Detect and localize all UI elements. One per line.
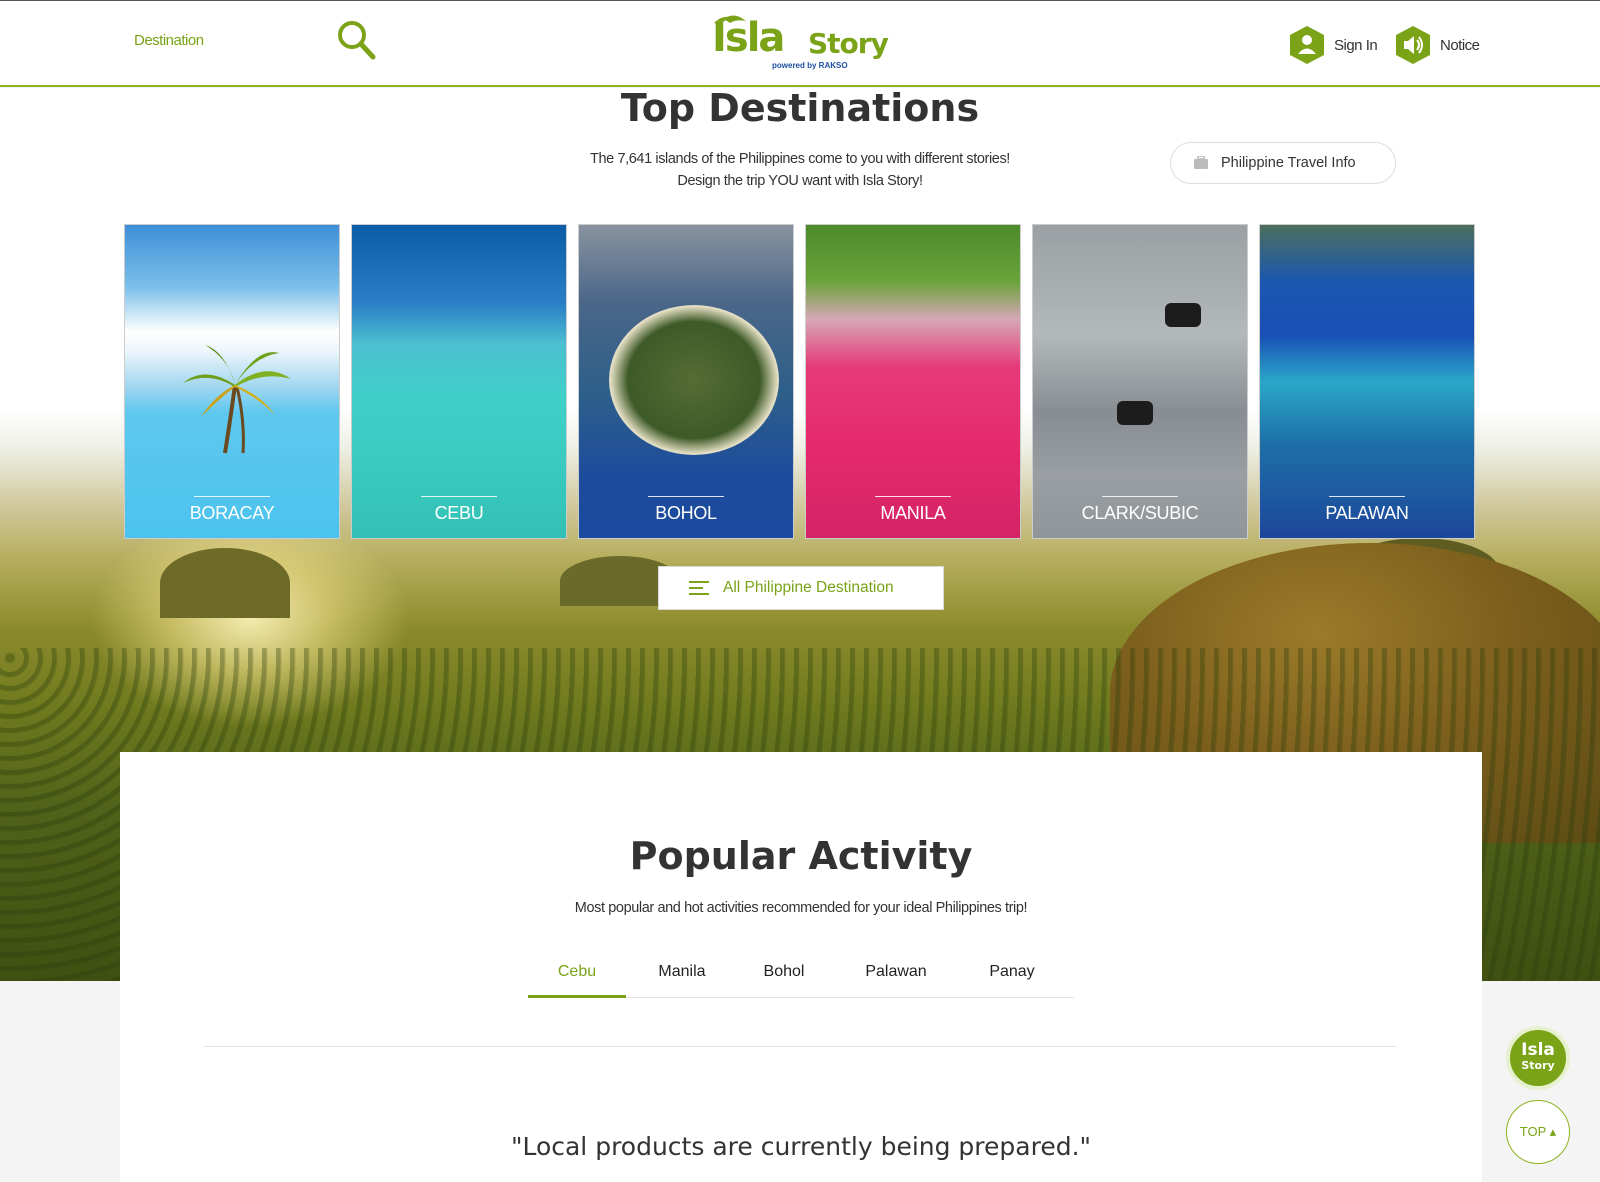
- section-divider: [204, 1046, 1396, 1047]
- card-label-wrap: MANILA: [806, 496, 1020, 524]
- tab-palawan[interactable]: Palawan: [848, 950, 944, 998]
- notice-button[interactable]: Notice: [1394, 25, 1480, 65]
- scroll-top-button[interactable]: TOP ▴: [1506, 1100, 1570, 1164]
- tab-panay[interactable]: Panay: [970, 950, 1054, 998]
- card-label-line: [875, 496, 951, 497]
- menu-icon: [689, 581, 709, 595]
- user-icon: [1290, 26, 1324, 64]
- destination-photo: [352, 225, 566, 538]
- all-destination-button[interactable]: All Philippine Destination: [658, 566, 944, 610]
- card-label-line: [421, 496, 497, 497]
- hill-decoration: [160, 548, 290, 618]
- destination-cards: BORACAY CEBU BOHOL MANILA CLARK/SUBIC PA…: [124, 224, 1478, 539]
- signin-button[interactable]: Sign In: [1288, 25, 1378, 65]
- activity-title: Popular Activity: [629, 834, 973, 878]
- card-label-line: [194, 496, 270, 497]
- destination-label: BORACAY: [189, 503, 275, 523]
- activity-tabs: Cebu Manila Bohol Palawan Panay: [528, 950, 1074, 998]
- destination-label: CLARK/SUBIC: [1081, 503, 1199, 523]
- search-icon[interactable]: [336, 19, 376, 61]
- card-label-wrap: BOHOL: [579, 496, 793, 524]
- destination-card-manila[interactable]: MANILA: [805, 224, 1021, 539]
- travel-info-button[interactable]: Philippine Travel Info: [1170, 142, 1396, 184]
- tab-bohol[interactable]: Bohol: [744, 950, 824, 998]
- island-illustration: [609, 305, 779, 455]
- subtitle-line: The 7,641 islands of the Philippines com…: [590, 151, 1010, 167]
- page-subtitle: The 7,641 islands of the Philippines com…: [500, 148, 1100, 192]
- header: Destination Isla Story powered by RAKSO …: [0, 0, 1600, 87]
- palm-tree-illustration: [183, 345, 291, 454]
- logo-powered-text: powered by RAKSO: [772, 61, 848, 70]
- floating-logo-text: Story: [1521, 1059, 1555, 1072]
- destination-card-bohol[interactable]: BOHOL: [578, 224, 794, 539]
- destination-card-palawan[interactable]: PALAWAN: [1259, 224, 1475, 539]
- travel-info-label: Philippine Travel Info: [1221, 155, 1356, 171]
- destination-photo: [1033, 225, 1247, 538]
- destination-card-boracay[interactable]: BORACAY: [124, 224, 340, 539]
- destination-photo: [1260, 225, 1474, 538]
- card-label-wrap: CLARK/SUBIC: [1033, 496, 1247, 524]
- destination-photo: [806, 225, 1020, 538]
- popular-activity-section: Popular Activity Most popular and hot ac…: [120, 752, 1482, 1182]
- card-label-wrap: CEBU: [352, 496, 566, 524]
- card-label-wrap: PALAWAN: [1260, 496, 1474, 524]
- logo-story-text: Story: [808, 27, 889, 60]
- destination-label: CEBU: [434, 503, 484, 523]
- signin-label: Sign In: [1334, 36, 1378, 54]
- destination-card-clark-subic[interactable]: CLARK/SUBIC: [1032, 224, 1248, 539]
- logo-isla-text: Isla: [712, 15, 785, 61]
- destination-label: MANILA: [880, 503, 946, 523]
- nav-destination-link[interactable]: Destination: [134, 32, 204, 49]
- floating-logo-text: Isla: [1521, 1040, 1555, 1060]
- atv-illustration: [1117, 401, 1153, 425]
- site-logo[interactable]: Isla Story powered by RAKSO: [708, 13, 898, 73]
- notice-label: Notice: [1440, 36, 1480, 54]
- tab-cebu[interactable]: Cebu: [528, 950, 626, 998]
- card-label-line: [1102, 496, 1178, 497]
- tab-manila[interactable]: Manila: [640, 950, 724, 998]
- page-title: Top Destinations: [620, 86, 980, 130]
- card-label-line: [1329, 496, 1405, 497]
- activity-subtitle: Most popular and hot activities recommen…: [574, 900, 1028, 916]
- destination-label: PALAWAN: [1325, 503, 1409, 523]
- subtitle-line: Design the trip YOU want with Isla Story…: [677, 173, 923, 189]
- all-destination-label: All Philippine Destination: [723, 579, 894, 596]
- luggage-icon: [1194, 156, 1208, 169]
- card-label-line: [648, 496, 724, 497]
- floating-logo-button[interactable]: Isla Story: [1506, 1026, 1570, 1090]
- empty-products-message: "Local products are currently being prep…: [510, 1132, 1092, 1161]
- destination-card-cebu[interactable]: CEBU: [351, 224, 567, 539]
- speaker-icon: [1396, 26, 1430, 64]
- atv-illustration: [1165, 303, 1201, 327]
- card-label-wrap: BORACAY: [125, 496, 339, 524]
- destination-label: BOHOL: [655, 503, 717, 523]
